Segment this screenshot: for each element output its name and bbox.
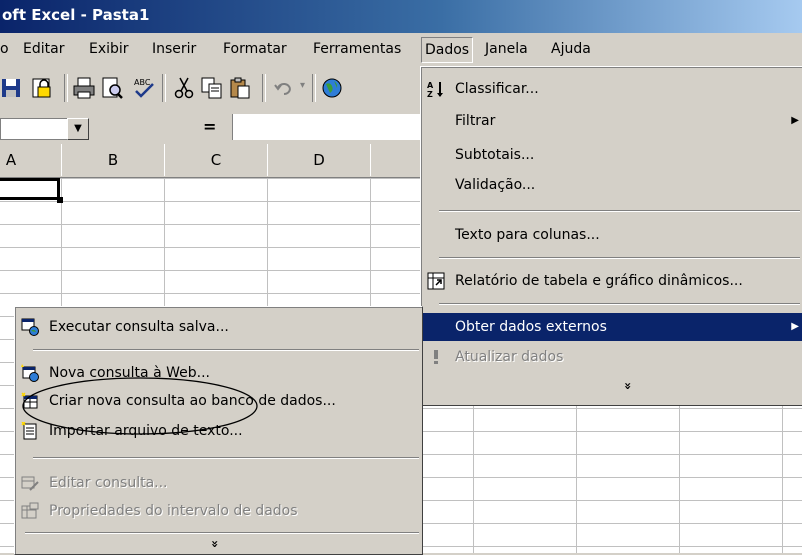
menu-item-texto-colunas[interactable]: Texto para colunas... bbox=[421, 221, 802, 249]
permission-icon[interactable] bbox=[30, 76, 54, 100]
toolbar-separator bbox=[312, 74, 316, 102]
menu-item-propriedades-intervalo[interactable]: Propriedades do intervalo de dados bbox=[15, 497, 422, 525]
menu-item-executar-consulta[interactable]: Executar consulta salva... bbox=[15, 313, 422, 341]
window-title: oft Excel - Pasta1 bbox=[2, 6, 150, 24]
undo-dropdown-icon[interactable]: ▾ bbox=[300, 80, 305, 91]
menu-janela[interactable]: Janela bbox=[485, 41, 528, 57]
menu-item-criar-consulta-banco[interactable]: Criar nova consulta ao banco de dados... bbox=[15, 387, 422, 415]
menu-ferramentas[interactable]: Ferramentas bbox=[313, 41, 401, 57]
obter-dados-submenu: Executar consulta salva... Nova consulta… bbox=[14, 306, 423, 555]
cut-icon[interactable] bbox=[172, 76, 196, 100]
menu-item-atualizar-dados[interactable]: Atualizar dados bbox=[421, 343, 802, 371]
new-database-query-icon bbox=[21, 392, 38, 409]
title-bar: oft Excel - Pasta1 bbox=[0, 0, 802, 33]
copy-icon[interactable] bbox=[200, 76, 224, 100]
menu-formatar[interactable]: Formatar bbox=[223, 41, 287, 57]
range-properties-icon bbox=[21, 502, 39, 519]
menu-item-relatorio-dinamico[interactable]: Relatório de tabela e gráfico dinâmicos.… bbox=[421, 267, 802, 295]
formula-input[interactable] bbox=[232, 114, 422, 140]
print-icon[interactable] bbox=[72, 76, 96, 100]
new-web-query-icon bbox=[21, 364, 39, 382]
menu-separator bbox=[25, 532, 419, 534]
menu-separator bbox=[33, 349, 419, 351]
menu-arquivo-partial[interactable]: o bbox=[0, 41, 9, 57]
menu-bar: o Editar Exibir Inserir Formatar Ferrame… bbox=[0, 33, 802, 66]
menu-ajuda[interactable]: Ajuda bbox=[551, 41, 591, 57]
pivot-table-icon bbox=[427, 272, 445, 290]
print-preview-icon[interactable] bbox=[100, 76, 124, 100]
menu-item-importar-texto[interactable]: Importar arquivo de texto... bbox=[15, 417, 422, 445]
hyperlink-globe-icon[interactable] bbox=[320, 76, 344, 100]
name-box-dropdown-icon[interactable]: ▼ bbox=[67, 118, 89, 140]
menu-exibir[interactable]: Exibir bbox=[89, 41, 129, 57]
submenu-arrow-icon: ▶ bbox=[791, 321, 799, 332]
menu-separator bbox=[439, 303, 800, 305]
menu-inserir[interactable]: Inserir bbox=[152, 41, 196, 57]
refresh-exclamation-icon bbox=[434, 350, 438, 364]
menu-editar[interactable]: Editar bbox=[23, 41, 64, 57]
submenu-arrow-icon: ▶ bbox=[791, 115, 799, 126]
active-cell[interactable] bbox=[0, 178, 60, 200]
column-header-d[interactable]: D bbox=[267, 144, 371, 176]
column-header-c[interactable]: C bbox=[164, 144, 268, 176]
undo-icon[interactable] bbox=[272, 76, 296, 100]
edit-query-icon bbox=[21, 476, 39, 491]
expand-menu-chevron-icon[interactable]: » bbox=[621, 379, 635, 393]
standard-toolbar: ABC ▾ bbox=[0, 66, 421, 110]
column-header-a[interactable]: A bbox=[0, 144, 62, 176]
menu-dados[interactable]: Dados bbox=[421, 37, 474, 63]
svg-text:Z: Z bbox=[427, 90, 433, 98]
menu-item-validacao[interactable]: Validação... bbox=[421, 171, 802, 199]
run-query-icon bbox=[21, 318, 39, 336]
toolbar-separator bbox=[64, 74, 68, 102]
column-headers: A B C D bbox=[0, 144, 432, 178]
toolbar-separator bbox=[262, 74, 266, 102]
save-icon[interactable] bbox=[0, 76, 24, 100]
menu-item-subtotais[interactable]: Subtotais... bbox=[421, 141, 802, 169]
formula-equals-label: = bbox=[203, 117, 217, 136]
toolbar-separator bbox=[162, 74, 166, 102]
fill-handle[interactable] bbox=[57, 197, 63, 203]
formula-bar: ▼ = bbox=[0, 110, 422, 144]
svg-text:A: A bbox=[427, 81, 434, 90]
menu-item-obter-dados-externos[interactable]: Obter dados externos ▶ bbox=[421, 313, 802, 341]
paste-icon[interactable] bbox=[228, 76, 252, 100]
sort-ascending-icon: AZ bbox=[427, 81, 443, 98]
svg-text:ABC: ABC bbox=[134, 78, 151, 87]
dados-menu: AZ Classificar... Filtrar ▶ Subtotais...… bbox=[420, 66, 802, 406]
menu-item-classificar[interactable]: AZ Classificar... bbox=[421, 75, 802, 103]
menu-separator bbox=[439, 210, 800, 212]
menu-item-nova-consulta-web[interactable]: Nova consulta à Web... bbox=[15, 359, 422, 387]
import-text-file-icon bbox=[21, 422, 37, 440]
menu-item-editar-consulta[interactable]: Editar consulta... bbox=[15, 469, 422, 497]
menu-item-filtrar[interactable]: Filtrar ▶ bbox=[421, 107, 802, 135]
expand-submenu-chevron-icon[interactable]: » bbox=[208, 537, 222, 551]
menu-separator bbox=[439, 257, 800, 259]
spelling-icon[interactable]: ABC bbox=[132, 76, 156, 100]
menu-separator bbox=[33, 457, 419, 459]
column-header-b[interactable]: B bbox=[61, 144, 165, 176]
